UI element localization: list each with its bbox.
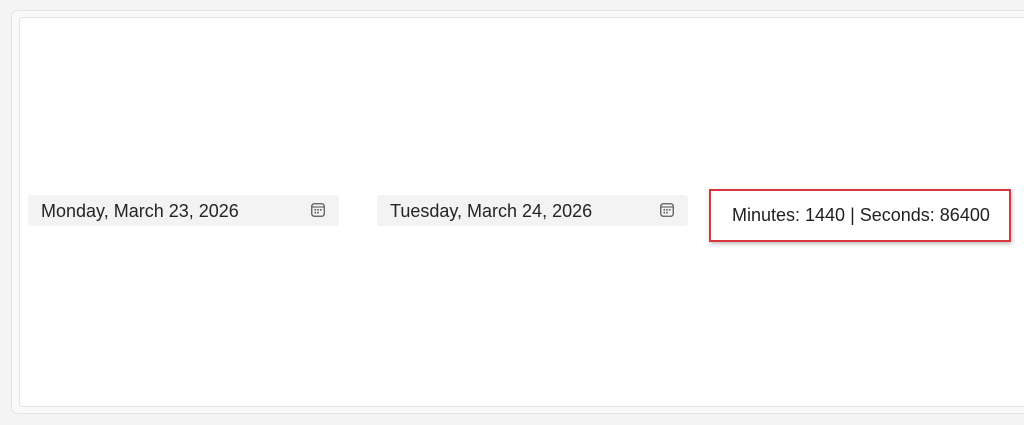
end-date-value: Tuesday, March 24, 2026 xyxy=(390,201,593,221)
calendar-icon[interactable] xyxy=(311,203,325,217)
start-date-picker[interactable]: Monday, March 23, 2026 xyxy=(28,195,339,226)
start-date-value: Monday, March 23, 2026 xyxy=(41,201,239,221)
calendar-icon[interactable] xyxy=(660,203,674,217)
end-date-picker[interactable]: Tuesday, March 24, 2026 xyxy=(377,195,688,226)
result-label-box: Minutes: 1440 | Seconds: 86400 xyxy=(709,189,1011,242)
result-text: Minutes: 1440 | Seconds: 86400 xyxy=(732,205,990,225)
